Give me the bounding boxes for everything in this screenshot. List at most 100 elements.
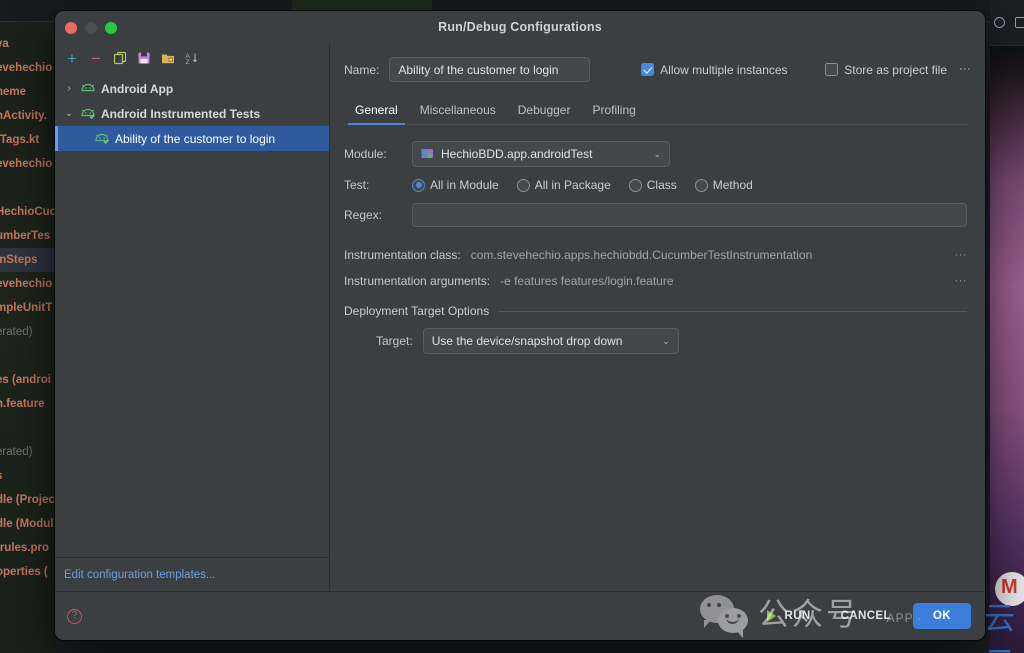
close-button[interactable] xyxy=(65,22,77,34)
allow-multiple-instances-checkbox[interactable]: Allow multiple instances xyxy=(641,63,788,77)
project-tree-row[interactable]: erated) xyxy=(0,320,60,344)
project-tree-row[interactable]: umberTes xyxy=(0,224,60,248)
radio-all-in-package[interactable]: All in Package xyxy=(516,178,611,192)
project-tree-row[interactable]: inSteps xyxy=(0,248,60,272)
radio-label: Method xyxy=(712,178,753,192)
tree-item-selected[interactable]: Ability of the customer to login xyxy=(55,126,329,151)
chevron-down-icon: ⌄ xyxy=(662,335,670,346)
dialog-body: + − A Z › Android App ⌄ Android Instrume… xyxy=(55,43,985,591)
project-tree-row[interactable]: es (androi xyxy=(0,368,60,392)
radio-all-in-module[interactable]: All in Module xyxy=(412,178,499,192)
run-label: RUN xyxy=(784,610,811,622)
module-row: Module: HechioBDD.app.androidTest ⌄ xyxy=(344,141,967,167)
tab-general[interactable]: General xyxy=(344,98,409,125)
target-select[interactable]: Use the device/snapshot drop down ⌄ xyxy=(422,328,679,354)
remove-configuration-button[interactable]: − xyxy=(85,47,107,69)
dialog-footer: ? RUN CANCEL OK xyxy=(55,591,985,640)
radio-indicator-icon xyxy=(628,178,642,192)
project-tree-row[interactable]: n.feature xyxy=(0,392,60,416)
project-tree-row[interactable]: nActivity. xyxy=(0,104,60,128)
cancel-button[interactable]: CANCEL xyxy=(829,604,903,628)
tree-item-label: Ability of the customer to login xyxy=(115,131,276,146)
save-icon[interactable] xyxy=(133,47,155,69)
instrumentation-class-value: com.stevehechio.apps.hechiobdd.CucumberT… xyxy=(470,248,813,262)
configuration-tabs[interactable]: General Miscellaneous Debugger Profiling xyxy=(344,98,967,125)
project-tree-row[interactable]: va xyxy=(0,32,60,56)
project-tree-row[interactable]: operties ( xyxy=(0,560,60,584)
overflow-menu-icon[interactable]: ⋮ xyxy=(958,63,972,76)
copy-icon[interactable] xyxy=(109,47,131,69)
radio-method[interactable]: Method xyxy=(694,178,753,192)
project-tree-row[interactable]: s xyxy=(0,464,60,488)
project-tree-row[interactable]: mpleUnitT xyxy=(0,296,60,320)
instrumentation-class-label: Instrumentation class: xyxy=(344,248,461,262)
folder-icon[interactable] xyxy=(157,47,179,69)
minimize-button[interactable] xyxy=(85,22,97,34)
project-tree-row[interactable]: tTags.kt xyxy=(0,128,60,152)
project-tree-row[interactable]: HechioCuc xyxy=(0,200,60,224)
chevron-down-icon: ⌄ xyxy=(653,148,661,159)
project-tree-background[interactable]: vaevehechiohemenActivity.tTags.ktevehech… xyxy=(0,22,60,653)
tree-item[interactable]: › Android App xyxy=(55,76,329,101)
ok-button[interactable]: OK xyxy=(912,603,971,629)
radio-label: All in Package xyxy=(534,178,611,192)
module-select[interactable]: HechioBDD.app.androidTest ⌄ xyxy=(412,141,670,167)
run-button[interactable]: RUN xyxy=(759,606,818,626)
project-tree-row[interactable]: -rules.pro xyxy=(0,536,60,560)
configurations-toolbar: + − A Z xyxy=(55,43,329,73)
project-tree-row[interactable]: erated) xyxy=(0,440,60,464)
configurations-pane: + − A Z › Android App ⌄ Android Instrume… xyxy=(55,43,330,591)
test-row: Test: All in Module All in Package Class Me… xyxy=(344,178,967,192)
tab-debugger[interactable]: Debugger xyxy=(507,98,582,124)
name-row: Name: Allow multiple instances Store as … xyxy=(344,57,972,82)
android-test-icon xyxy=(80,107,96,121)
android-icon xyxy=(80,82,96,96)
sort-alphabetically-icon[interactable]: A Z xyxy=(181,47,203,69)
test-scope-radio-group[interactable]: All in Module All in Package Class Method xyxy=(412,178,771,192)
test-label: Test: xyxy=(344,178,370,192)
project-tree-row[interactable] xyxy=(0,344,60,368)
run-debug-configurations-dialog: Run/Debug Configurations + − A Z › Andro… xyxy=(55,11,985,640)
desktop-wallpaper-right: A ⌃ S xyxy=(990,0,1024,653)
dialog-title: Run/Debug Configurations xyxy=(438,20,602,34)
store-as-project-file-label: Store as project file xyxy=(844,62,947,77)
tab-profiling[interactable]: Profiling xyxy=(581,98,646,124)
help-icon[interactable]: ? xyxy=(67,608,82,624)
configurations-pane-footer: Edit configuration templates... xyxy=(55,557,329,591)
project-tree-row[interactable]: heme xyxy=(0,80,60,104)
instrumentation-arguments-value: -e features features/login.feature xyxy=(500,274,674,288)
name-label: Name: xyxy=(344,62,380,77)
project-tree-row[interactable]: evehechio xyxy=(0,152,60,176)
configurations-tree[interactable]: › Android App ⌄ Android Instrumented Tests A… xyxy=(55,73,329,557)
project-tree-row[interactable] xyxy=(0,416,60,440)
browser-chrome-right xyxy=(990,0,1024,46)
chevron-down-icon[interactable]: ⌄ xyxy=(63,108,75,119)
radio-class[interactable]: Class xyxy=(628,178,677,192)
project-tree-row[interactable]: dle (Projec xyxy=(0,488,60,512)
project-tree-row[interactable] xyxy=(0,176,60,200)
zoom-button[interactable] xyxy=(105,22,117,34)
radio-label: Class xyxy=(646,178,677,192)
project-tree-row[interactable]: evehechio xyxy=(0,56,60,80)
chevron-right-icon[interactable]: › xyxy=(63,83,75,94)
section-divider xyxy=(499,310,967,312)
edit-configuration-templates-link[interactable]: Edit configuration templates... xyxy=(64,569,216,581)
svg-text:Z: Z xyxy=(186,59,190,65)
instrumentation-arguments-more-button[interactable]: ··· xyxy=(945,275,968,287)
instrumentation-class-more-button[interactable]: ··· xyxy=(945,249,968,261)
add-configuration-button[interactable]: + xyxy=(61,47,83,69)
play-icon xyxy=(767,610,777,622)
tab-miscellaneous[interactable]: Miscellaneous xyxy=(409,98,507,124)
regex-label: Regex: xyxy=(344,208,383,222)
project-tree-row[interactable]: dle (Modul xyxy=(0,512,60,536)
tree-item[interactable]: ⌄ Android Instrumented Tests xyxy=(55,101,329,126)
radio-label: All in Module xyxy=(430,178,499,192)
module-icon xyxy=(421,148,434,160)
radio-indicator-icon xyxy=(516,178,530,192)
regex-input[interactable] xyxy=(412,203,967,227)
name-input[interactable] xyxy=(389,57,590,82)
watermark-right-text: 云云众生 xyxy=(984,601,1017,653)
project-tree-row[interactable]: evehechio xyxy=(0,272,60,296)
square-icon xyxy=(1015,17,1024,28)
store-as-project-file-checkbox[interactable]: Store as project file xyxy=(825,63,947,77)
